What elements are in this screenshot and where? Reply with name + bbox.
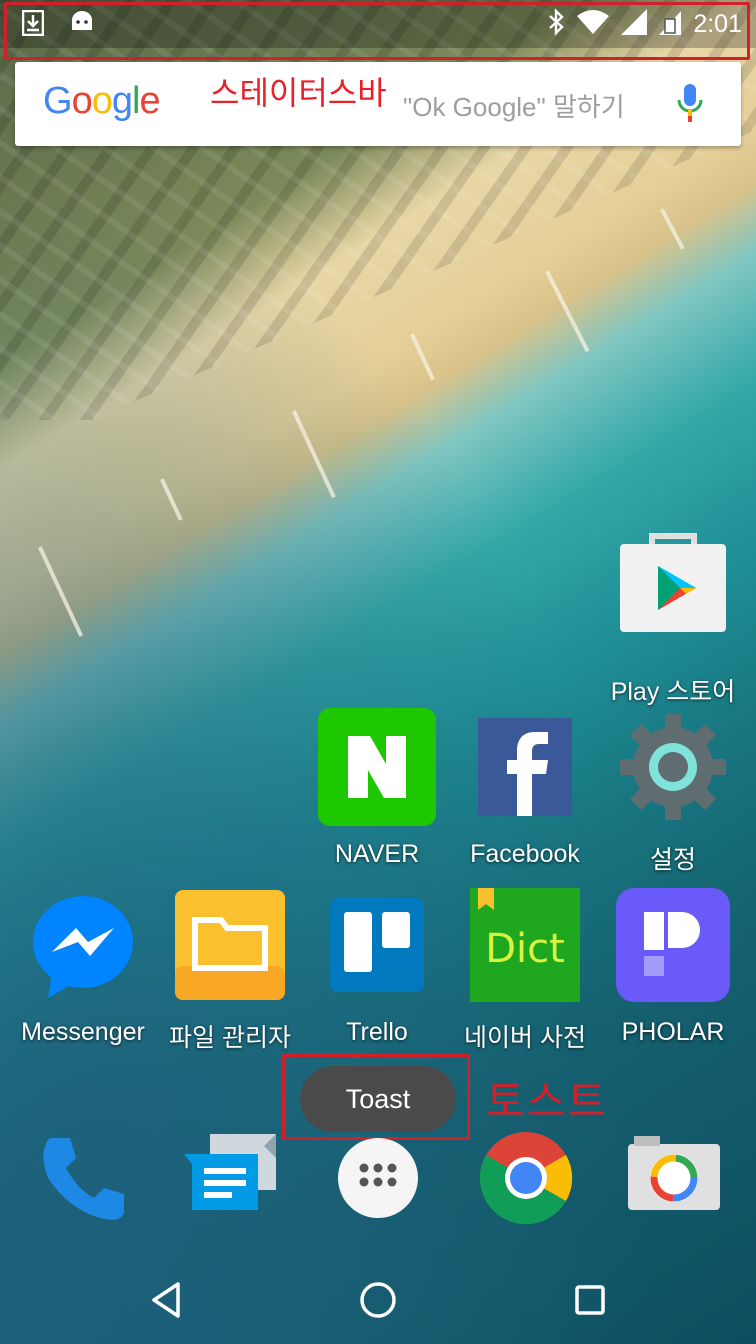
recents-icon[interactable] xyxy=(568,1278,612,1322)
app-trello[interactable]: Trello xyxy=(302,886,452,1047)
app-label: Facebook xyxy=(470,840,580,868)
mic-icon[interactable] xyxy=(675,82,705,128)
app-pholar[interactable]: PHOLAR xyxy=(598,886,748,1047)
settings-icon xyxy=(614,708,732,826)
app-play-store[interactable]: Play 스토어 xyxy=(598,532,748,708)
app-label: 파일 관리자 xyxy=(169,1024,291,1052)
app-label: Messenger xyxy=(21,1018,145,1046)
app-drawer-icon[interactable] xyxy=(328,1128,428,1228)
status-bar-annotation: 스테이터스바 xyxy=(210,74,387,112)
app-label: 네이버 사전 xyxy=(464,1024,586,1052)
google-logo: Google xyxy=(43,80,161,122)
chrome-icon[interactable] xyxy=(476,1128,576,1228)
app-facebook[interactable]: Facebook xyxy=(450,708,600,869)
wallpaper-pier xyxy=(292,410,336,499)
app-messenger[interactable]: Messenger xyxy=(8,886,158,1047)
wallpaper-pier xyxy=(660,208,685,250)
wallpaper-pier xyxy=(545,270,590,353)
app-settings[interactable]: 설정 xyxy=(598,708,748,876)
phone-icon[interactable] xyxy=(32,1128,132,1228)
play-store-icon xyxy=(614,532,732,650)
naver-dict-icon: Dict xyxy=(466,886,584,1004)
back-icon[interactable] xyxy=(144,1278,188,1322)
app-naver-dict[interactable]: Dict 네이버 사전 xyxy=(450,886,600,1054)
app-naver[interactable]: NAVER xyxy=(302,708,452,869)
app-label: 설정 xyxy=(649,846,696,874)
wallpaper-pier xyxy=(38,546,84,637)
messages-icon[interactable] xyxy=(180,1128,280,1228)
file-manager-icon xyxy=(171,886,289,1004)
camera-icon[interactable] xyxy=(624,1128,724,1228)
facebook-icon xyxy=(466,708,584,826)
app-label: PHOLAR xyxy=(621,1018,725,1046)
navigation-bar xyxy=(0,1256,756,1344)
messenger-icon xyxy=(24,886,142,1004)
dict-text: Dict xyxy=(485,926,565,972)
naver-icon xyxy=(318,708,436,826)
trello-icon xyxy=(318,886,436,1004)
wallpaper-pier xyxy=(410,333,435,381)
app-label: NAVER xyxy=(334,840,420,868)
app-label: Play 스토어 xyxy=(610,678,736,706)
toast-annotation: 토스트 xyxy=(486,1077,608,1126)
app-file-manager[interactable]: 파일 관리자 xyxy=(155,886,305,1054)
search-hint: "Ok Google" 말하기 xyxy=(403,92,625,122)
pholar-icon xyxy=(614,886,732,1004)
app-label: Trello xyxy=(346,1018,408,1046)
wallpaper-pier xyxy=(160,478,183,521)
status-bar-highlight xyxy=(4,2,750,60)
home-icon[interactable] xyxy=(356,1278,400,1322)
